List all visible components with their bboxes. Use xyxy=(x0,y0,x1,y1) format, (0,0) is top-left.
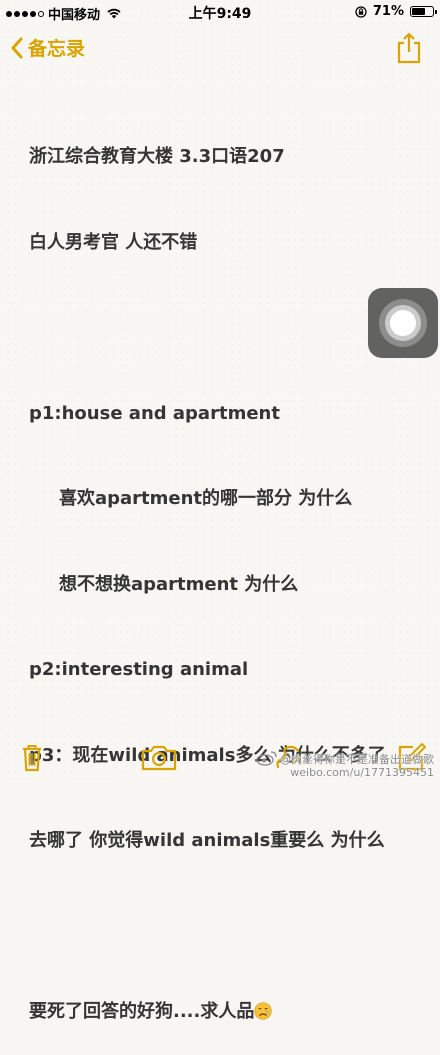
note-blank-line xyxy=(29,913,429,942)
note-line: 去哪了 你觉得wild animals重要么 为什么 xyxy=(29,830,385,851)
note-body[interactable]: 浙江综合教育大楼 3.3口语207 白人男考官 人还不错 p1:house an… xyxy=(29,86,429,1055)
back-button[interactable]: 备忘录 xyxy=(10,34,85,61)
share-button[interactable] xyxy=(396,32,422,64)
battery-icon xyxy=(410,6,437,17)
delete-button[interactable] xyxy=(14,739,50,775)
note-line: p2:interesting animal xyxy=(29,659,249,680)
note-line: p1:house and apartment xyxy=(29,402,280,424)
rotation-lock-icon xyxy=(355,5,367,18)
share-icon xyxy=(397,32,421,64)
battery-percent: 71% xyxy=(372,4,404,19)
assistive-touch-button[interactable] xyxy=(368,288,438,358)
watermark-handle-line: @肉丝得你是不是准备出道做歌 xyxy=(256,750,434,766)
chevron-left-icon xyxy=(11,37,23,58)
navigation-bar: 备忘录 xyxy=(0,28,440,72)
trash-icon xyxy=(23,745,41,772)
camera-icon xyxy=(141,745,177,771)
status-bar: 中国移动 上午9:49 71% xyxy=(0,0,440,24)
note-line: 喜欢apartment的哪一部分 为什么 xyxy=(59,488,353,509)
note-line: 白人男考官 人还不错 xyxy=(29,231,198,253)
note-line: 想不想换apartment 为什么 xyxy=(59,573,299,595)
note-line-text: 要死了回答的好狗....求人品 xyxy=(29,1001,255,1022)
back-label: 备忘录 xyxy=(28,38,86,60)
crying-face-icon xyxy=(254,1002,273,1020)
note-line: 浙江综合教育大楼 3.3口语207 xyxy=(29,146,285,167)
watermark-url: weibo.com/u/1771395451 xyxy=(290,766,434,779)
weibo-logo-icon xyxy=(256,751,277,766)
camera-button[interactable] xyxy=(139,739,179,775)
note-last-line: 要死了回答的好狗....求人品 xyxy=(29,998,429,1027)
weibo-watermark: @肉丝得你是不是准备出道做歌 weibo.com/u/1771395451 xyxy=(256,750,434,779)
watermark-handle: @肉丝得你是不是准备出道做歌 xyxy=(280,753,434,766)
status-right: 71% xyxy=(355,4,437,19)
